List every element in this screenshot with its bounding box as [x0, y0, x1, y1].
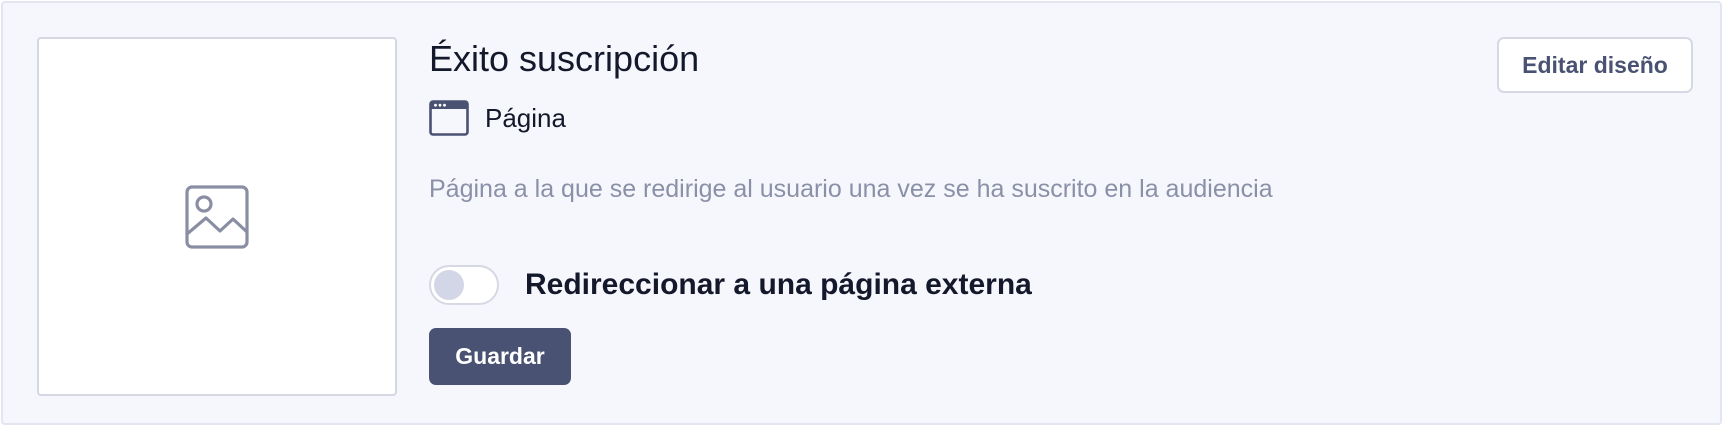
- page-title: Éxito suscripción: [429, 38, 700, 79]
- browser-window-icon: [429, 100, 469, 136]
- page-type: Página: [429, 99, 566, 137]
- page-card: Éxito suscripción Página Página a la que…: [1, 1, 1722, 425]
- edit-design-button[interactable]: Editar diseño: [1497, 37, 1693, 93]
- page-thumbnail: [37, 37, 397, 396]
- redirect-external-toggle[interactable]: [429, 265, 499, 305]
- toggle-knob: [434, 270, 464, 300]
- redirect-external-label: Redireccionar a una página externa: [525, 268, 1032, 301]
- image-icon: [185, 184, 249, 249]
- save-button[interactable]: Guardar: [429, 328, 571, 385]
- page-description: Página a la que se redirige al usuario u…: [429, 175, 1273, 203]
- page-type-label: Página: [485, 102, 566, 133]
